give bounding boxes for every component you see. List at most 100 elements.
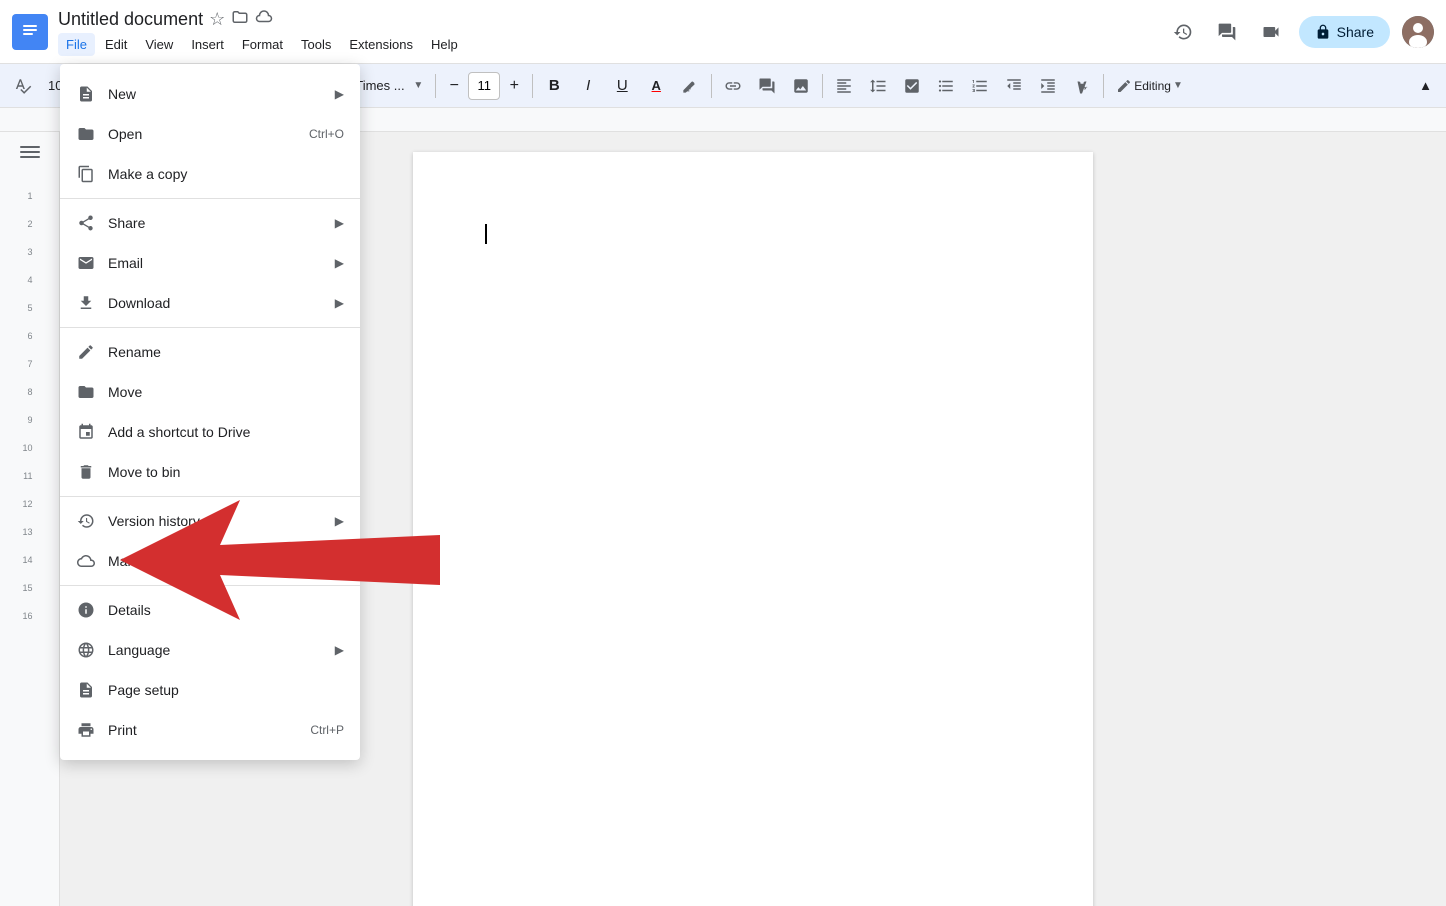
align-btn[interactable] <box>829 70 859 102</box>
open-label: Open <box>108 126 309 142</box>
cloud-icon[interactable] <box>255 8 273 31</box>
share-button[interactable]: Share <box>1299 16 1390 48</box>
download-arrow: ▶ <box>335 296 344 310</box>
menu-item-move-to-bin[interactable]: Move to bin <box>60 452 360 492</box>
font-size-minus[interactable]: − <box>442 70 466 102</box>
sep-6 <box>822 74 823 98</box>
print-label: Print <box>108 722 310 738</box>
line-spacing-btn[interactable] <box>863 70 893 102</box>
language-label: Language <box>108 642 335 658</box>
move-label: Move <box>108 384 344 400</box>
underline-btn[interactable]: U <box>607 70 637 102</box>
add-shortcut-icon <box>76 422 96 442</box>
rename-label: Rename <box>108 344 344 360</box>
editing-mode-btn[interactable]: Editing ▼ <box>1110 70 1189 102</box>
menu-file[interactable]: File <box>58 33 95 56</box>
clear-formatting-btn[interactable] <box>1067 70 1097 102</box>
menu-item-version-history[interactable]: Version history▶ <box>60 501 360 541</box>
menu-item-language[interactable]: Language▶ <box>60 630 360 670</box>
image-btn[interactable] <box>786 70 816 102</box>
menu-item-open[interactable]: OpenCtrl+O <box>60 114 360 154</box>
menu-insert[interactable]: Insert <box>183 33 232 56</box>
details-icon <box>76 600 96 620</box>
numbered-list-btn[interactable] <box>965 70 995 102</box>
new-label: New <box>108 86 335 102</box>
indent-decrease-btn[interactable] <box>999 70 1029 102</box>
menu-item-add-shortcut[interactable]: Add a shortcut to Drive <box>60 412 360 452</box>
download-icon <box>76 293 96 313</box>
bold-btn[interactable]: B <box>539 70 569 102</box>
comment-toolbar-btn[interactable] <box>752 70 782 102</box>
sep-4 <box>532 74 533 98</box>
share-arrow: ▶ <box>335 216 344 230</box>
history-button[interactable] <box>1167 16 1199 48</box>
title-bar-right: Share <box>1167 16 1434 48</box>
menu-section-1: Share▶Email▶Download▶ <box>60 199 360 328</box>
menu-format[interactable]: Format <box>234 33 291 56</box>
menu-extensions[interactable]: Extensions <box>341 33 421 56</box>
ruler-numbers: 1 2 3 4 5 6 7 8 9 10 11 12 13 14 15 16 <box>22 182 36 630</box>
move-to-bin-icon <box>76 462 96 482</box>
font-size-input[interactable] <box>468 72 500 100</box>
menu-item-share[interactable]: Share▶ <box>60 203 360 243</box>
highlight-btn[interactable] <box>675 70 705 102</box>
link-btn[interactable] <box>718 70 748 102</box>
meet-button[interactable] <box>1255 16 1287 48</box>
version-history-arrow: ▶ <box>335 514 344 528</box>
menu-bar: File Edit View Insert Format Tools Exten… <box>58 33 1167 56</box>
menu-section-3: Version history▶ Make available offline <box>60 497 360 586</box>
rename-icon <box>76 342 96 362</box>
open-icon <box>76 124 96 144</box>
menu-help[interactable]: Help <box>423 33 466 56</box>
menu-item-make-copy[interactable]: Make a copy <box>60 154 360 194</box>
print-shortcut: Ctrl+P <box>310 723 344 737</box>
menu-section-0: New▶OpenCtrl+OMake a copy <box>60 70 360 199</box>
italic-btn[interactable]: I <box>573 70 603 102</box>
user-avatar[interactable] <box>1402 16 1434 48</box>
menu-edit[interactable]: Edit <box>97 33 135 56</box>
share-label: Share <box>108 215 335 231</box>
email-arrow: ▶ <box>335 256 344 270</box>
comments-button[interactable] <box>1211 16 1243 48</box>
font-name-label: Times ... <box>355 78 404 93</box>
open-shortcut: Ctrl+O <box>309 127 344 141</box>
make-offline-label: Make available offline <box>108 553 344 569</box>
font-size-area: − + <box>442 70 526 102</box>
share-label: Share <box>1337 24 1374 40</box>
menu-tools[interactable]: Tools <box>293 33 339 56</box>
indent-increase-btn[interactable] <box>1033 70 1063 102</box>
font-size-plus[interactable]: + <box>502 70 526 102</box>
bullet-list-btn[interactable] <box>931 70 961 102</box>
outline-toggle[interactable] <box>20 142 40 162</box>
make-offline-icon <box>76 551 96 571</box>
spellcheck-btn[interactable] <box>8 70 38 102</box>
menu-item-page-setup[interactable]: Page setup <box>60 670 360 710</box>
language-icon <box>76 640 96 660</box>
email-label: Email <box>108 255 335 271</box>
make-copy-label: Make a copy <box>108 166 344 182</box>
menu-item-print[interactable]: PrintCtrl+P <box>60 710 360 750</box>
star-icon[interactable]: ☆ <box>209 9 225 30</box>
add-shortcut-label: Add a shortcut to Drive <box>108 424 344 440</box>
file-menu-dropdown: New▶OpenCtrl+OMake a copyShare▶Email▶Dow… <box>60 64 360 760</box>
menu-item-download[interactable]: Download▶ <box>60 283 360 323</box>
menu-item-details[interactable]: Details <box>60 590 360 630</box>
collapse-btn[interactable]: ▲ <box>1413 70 1438 102</box>
download-label: Download <box>108 295 335 311</box>
font-name-btn[interactable]: Times ... ▼ <box>349 70 429 102</box>
print-icon <box>76 720 96 740</box>
doc-page[interactable] <box>413 152 1093 906</box>
make-copy-icon <box>76 164 96 184</box>
text-color-btn[interactable]: A <box>641 70 671 102</box>
text-cursor <box>485 224 487 244</box>
menu-item-move[interactable]: Move <box>60 372 360 412</box>
page-setup-label: Page setup <box>108 682 344 698</box>
menu-item-rename[interactable]: Rename <box>60 332 360 372</box>
menu-item-make-offline[interactable]: Make available offline <box>60 541 360 581</box>
doc-title[interactable]: Untitled document <box>58 9 203 30</box>
menu-view[interactable]: View <box>137 33 181 56</box>
checklist-btn[interactable] <box>897 70 927 102</box>
menu-item-new[interactable]: New▶ <box>60 74 360 114</box>
menu-item-email[interactable]: Email▶ <box>60 243 360 283</box>
folder-icon[interactable] <box>231 8 249 31</box>
